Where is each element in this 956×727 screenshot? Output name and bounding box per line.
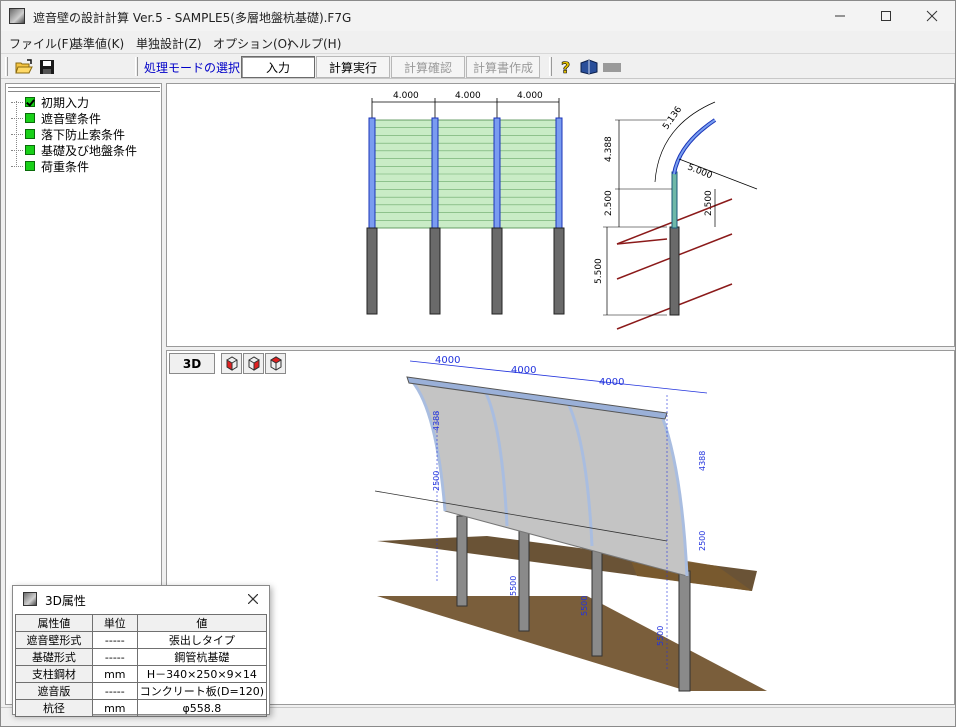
svg-text:?: ?: [561, 58, 570, 76]
menu-help[interactable]: ヘルプ(H): [287, 35, 341, 52]
toolbar-grip-3[interactable]: [549, 57, 552, 76]
menu-standards[interactable]: 基準値(K): [71, 35, 124, 52]
span-dim-2: 4.000: [455, 91, 481, 101]
dim-3d-pile-c: 5500: [656, 626, 665, 646]
dim-3d-span-1: 4000: [435, 355, 460, 366]
column-header-property: 属性値: [15, 614, 93, 632]
toolbar-disabled-button[interactable]: [602, 57, 622, 77]
help-button[interactable]: ?: [556, 57, 576, 77]
floppy-disk-icon: [40, 60, 54, 74]
mode-calculate-button[interactable]: 計算実行: [316, 56, 390, 78]
book-icon: [580, 59, 598, 75]
toolbar: 処理モードの選択 入力 計算実行 計算確認 計算書作成 ?: [1, 53, 955, 79]
window-title: 遮音壁の設計計算 Ver.5 - SAMPLE5(多層地盤杭基礎).F7G: [33, 11, 352, 25]
mode-select-label: 処理モードの選択: [144, 61, 241, 75]
properties-dialog: 3D属性 属性値 単位 値 遮音壁形式 ----- 張出しタイプ 基礎形式 --…: [12, 585, 270, 717]
dim-3d-pile-b: 5500: [580, 596, 589, 616]
toolbar-grip-2[interactable]: [135, 57, 138, 76]
menu-bar: ファイル(F) 基準値(K) 単独設計(Z) オプション(O) ヘルプ(H): [1, 31, 955, 53]
maximize-button[interactable]: [863, 1, 909, 31]
dim-3d-left-mid: 2500: [432, 471, 441, 491]
menu-options[interactable]: オプション(O): [213, 35, 292, 52]
dim-3d-pile-a: 5500: [509, 576, 518, 596]
section-dim-radius: 5.000: [686, 163, 714, 182]
section-dim-height-mid-right: 2.500: [704, 190, 714, 216]
about-button[interactable]: [579, 57, 599, 77]
dialog-app-icon: [23, 592, 37, 606]
tree-item-wall-conditions[interactable]: 遮音壁条件: [11, 110, 101, 126]
menu-single-design[interactable]: 単独設計(Z): [136, 35, 202, 52]
properties-table: 属性値 単位 値 遮音壁形式 ----- 張出しタイプ 基礎形式 ----- 鋼…: [15, 614, 268, 717]
dim-3d-right-mid: 2500: [698, 531, 707, 551]
section-dim-height-upper: 4.388: [604, 136, 614, 162]
drawing-2d-pane: 4.000 4.000 4.000 4.388 2.500 5.500 2.50…: [166, 83, 955, 347]
status-icon: [25, 145, 35, 155]
section-dim-arc: 5.136: [661, 105, 684, 132]
mode-check-button[interactable]: 計算確認: [391, 56, 465, 78]
dim-3d-span-3: 4000: [599, 377, 624, 388]
tree-item-load-conditions[interactable]: 荷重条件: [11, 158, 89, 174]
toolbar-grip[interactable]: [5, 57, 8, 76]
column-header-value: 値: [136, 614, 268, 632]
properties-dialog-titlebar[interactable]: 3D属性: [13, 586, 269, 612]
close-icon: [248, 594, 258, 604]
gray-block-icon: [603, 63, 621, 72]
checked-status-icon: [25, 97, 35, 107]
dim-3d-span-2: 4000: [511, 365, 536, 376]
status-icon: [25, 129, 35, 139]
tree-item-fall-prevention[interactable]: 落下防止索条件: [11, 126, 125, 142]
open-folder-button[interactable]: [14, 57, 34, 77]
section-dim-pile: 5.500: [594, 258, 604, 284]
mode-input-button[interactable]: 入力: [241, 56, 315, 78]
minimize-button[interactable]: [817, 1, 863, 31]
status-icon: [25, 161, 35, 171]
title-bar: 遮音壁の設計計算 Ver.5 - SAMPLE5(多層地盤杭基礎).F7G: [1, 1, 955, 31]
wall-drawing: 4.000 4.000 4.000 4.388 2.500 5.500 2.50…: [366, 91, 758, 330]
table-row[interactable]: 遮音版 ----- コンクリート板(D=120): [15, 682, 268, 700]
span-dim-1: 4.000: [393, 91, 419, 101]
tree-item-initial-input[interactable]: 初期入力: [11, 94, 89, 110]
help-question-icon: ?: [561, 58, 571, 76]
cross-section-view: 4.388 2.500 5.500 2.500 5.136 5.000: [594, 101, 758, 330]
table-row[interactable]: 支柱鋼材 mm H－340×250×9×14: [15, 665, 268, 683]
app-window: 遮音壁の設計計算 Ver.5 - SAMPLE5(多層地盤杭基礎).F7G ファ…: [0, 0, 956, 727]
app-icon: [9, 8, 25, 24]
table-row[interactable]: 基礎形式 ----- 鋼管杭基礎: [15, 648, 268, 666]
elevation-view: 4.000 4.000 4.000: [366, 91, 565, 315]
save-button[interactable]: [37, 57, 57, 77]
tree-item-foundation-ground[interactable]: 基礎及び地盤条件: [11, 142, 137, 158]
properties-dialog-title: 3D属性: [45, 594, 86, 608]
tree-header-rule: [8, 87, 160, 92]
mode-report-button[interactable]: 計算書作成: [466, 56, 540, 78]
dim-3d-left-top: 4388: [432, 411, 441, 431]
minimize-icon: [835, 15, 845, 17]
wall-3d-render[interactable]: 4000 4000 4000 4388 2500 4388 2500 5500 …: [167, 351, 954, 704]
open-folder-icon: [15, 59, 33, 74]
close-icon: [926, 10, 938, 22]
view-3d-pane: 3D 4000 4000 4000 4388 2500 4388 2500 55…: [166, 350, 955, 705]
table-row[interactable]: 杭径 mm φ558.8: [15, 699, 268, 717]
close-button[interactable]: [909, 1, 955, 31]
column-header-unit: 単位: [91, 614, 138, 632]
section-dim-height-mid: 2.500: [604, 190, 614, 216]
table-row[interactable]: 遮音壁形式 ----- 張出しタイプ: [15, 631, 268, 649]
maximize-icon: [881, 11, 891, 21]
dialog-close-button[interactable]: [243, 589, 263, 609]
menu-file[interactable]: ファイル(F): [9, 35, 73, 52]
span-dim-3: 4.000: [517, 91, 543, 101]
status-icon: [25, 113, 35, 123]
dim-3d-right-top: 4388: [698, 451, 707, 471]
